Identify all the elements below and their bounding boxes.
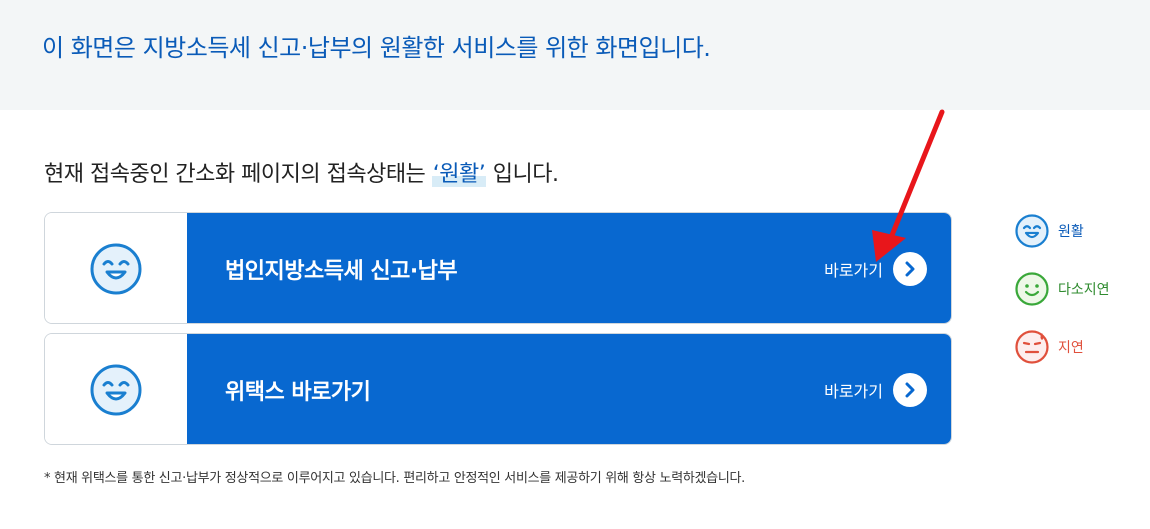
smile-face-icon — [1015, 214, 1049, 248]
legend-label-smooth: 원활 — [1058, 224, 1084, 240]
legend-item-delayed: 지연 — [1014, 329, 1084, 365]
corporate-local-income-tax-card[interactable]: 법인지방소득세 신고·납부 바로가기 — [44, 212, 952, 324]
card-body[interactable]: 법인지방소득세 신고·납부 바로가기 — [187, 213, 951, 323]
legend-item-slightly-delayed: 다소지연 — [1014, 271, 1110, 307]
legend-item-smooth: 원활 — [1014, 213, 1084, 249]
smile-face-icon — [90, 364, 142, 416]
legend-label-delayed: 지연 — [1058, 340, 1084, 356]
card-title: 법인지방소득세 신고·납부 — [225, 259, 458, 284]
chevron-right-icon — [893, 373, 927, 407]
go-button[interactable]: 바로가기 — [824, 252, 927, 286]
status-value: ‘원활’ — [431, 162, 487, 187]
wetax-shortcut-card[interactable]: 위택스 바로가기 바로가기 — [44, 333, 952, 445]
service-note: * 현재 위택스를 통한 신고·납부가 정상적으로 이루어지고 있습니다. 편리… — [44, 471, 745, 486]
status-prefix: 현재 접속중인 간소화 페이지의 접속상태는 — [44, 162, 432, 187]
slight-smile-face-icon — [1015, 272, 1049, 306]
go-label: 바로가기 — [824, 382, 883, 401]
top-banner: 이 화면은 지방소득세 신고·납부의 원활한 서비스를 위한 화면입니다. — [0, 0, 1150, 110]
status-suffix: 입니다. — [486, 162, 559, 187]
banner-text: 이 화면은 지방소득세 신고·납부의 원활한 서비스를 위한 화면입니다. — [42, 34, 711, 62]
chevron-right-icon — [893, 252, 927, 286]
smile-face-icon — [90, 243, 142, 295]
card-body[interactable]: 위택스 바로가기 바로가기 — [187, 334, 951, 444]
sweat-face-icon — [1015, 330, 1049, 364]
connection-status-line: 현재 접속중인 간소화 페이지의 접속상태는 ‘원활’ 입니다. — [44, 156, 559, 188]
go-label: 바로가기 — [824, 261, 883, 280]
status-face-area — [45, 213, 187, 323]
legend-label-slightly-delayed: 다소지연 — [1058, 282, 1110, 298]
go-button[interactable]: 바로가기 — [824, 373, 927, 407]
card-title: 위택스 바로가기 — [225, 380, 371, 405]
status-face-area — [45, 334, 187, 444]
